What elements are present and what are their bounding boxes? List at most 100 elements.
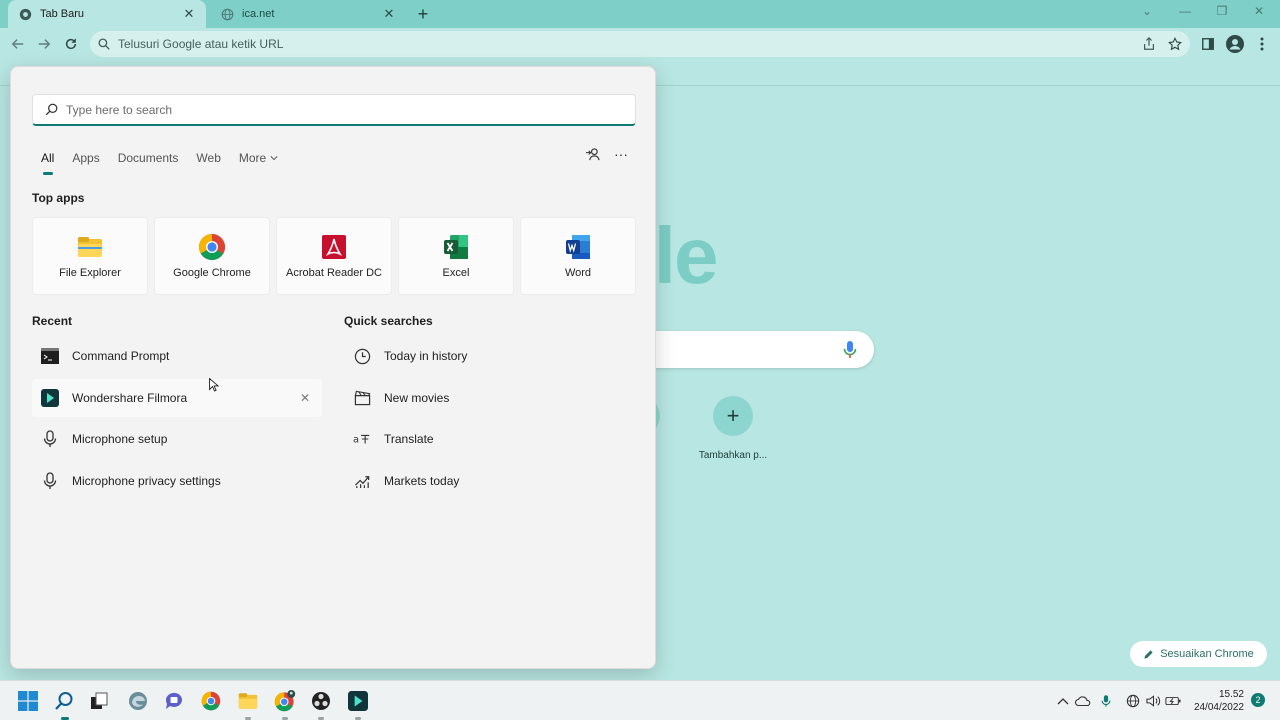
search-icon [98,38,110,50]
microphone-icon [40,471,60,491]
add-shortcut-plus-icon[interactable]: + [713,396,753,436]
start-search-box[interactable] [32,94,636,126]
chrome-favicon-icon [18,7,32,21]
remove-from-list-close-icon[interactable]: ✕ [300,391,310,405]
teams-chat-icon[interactable] [163,690,185,712]
quick-item-label: Translate [384,432,434,446]
recent-item-microphone-privacy-settings[interactable]: Microphone privacy settings [32,462,322,500]
customize-chrome-button[interactable]: Sesuaikan Chrome [1130,641,1267,667]
microphone-in-use-icon[interactable] [1098,693,1114,709]
app-label: Excel [442,267,470,279]
clapperboard-icon [352,388,372,408]
excel-icon [444,235,468,259]
chart-icon [352,471,372,491]
minimize-icon[interactable]: — [1175,4,1195,18]
recent-item-label: Command Prompt [72,349,170,363]
recent-item-microphone-setup[interactable]: Microphone setup [32,420,322,458]
account-switch-icon[interactable] [584,146,600,162]
quick-searches-title: Quick searches [344,314,433,328]
chrome-profile-taskbar-icon[interactable] [274,690,296,712]
filter-tab-web[interactable]: Web [196,147,220,169]
edge-icon[interactable] [127,690,149,712]
new-tab-plus-icon[interactable]: + [414,5,432,23]
bookmark-star-icon[interactable] [1165,34,1185,54]
filmora-icon [40,388,60,408]
add-shortcut-label: Tambahkan p... [698,450,768,461]
app-label: Google Chrome [173,267,251,279]
windows-start-icon[interactable] [17,690,39,712]
filter-tab-apps[interactable]: Apps [72,147,99,169]
clock-time: 15.52 [1218,689,1244,700]
quick-item-markets-today[interactable]: Markets today [344,462,634,500]
app-tile-word[interactable]: Word [520,217,636,295]
app-tile-google-chrome[interactable]: Google Chrome [154,217,270,295]
quick-item-label: Today in history [384,349,468,363]
profile-avatar-icon[interactable] [1225,34,1245,54]
side-panel-icon[interactable] [1198,34,1218,54]
forward-arrow-icon[interactable] [34,34,54,54]
app-tile-acrobat-reader[interactable]: Acrobat Reader DC [276,217,392,295]
chevron-down-icon [270,156,278,161]
filter-tab-more[interactable]: More [239,147,278,169]
search-filter-tabs: All Apps Documents Web More [41,147,296,175]
onedrive-cloud-icon[interactable] [1075,693,1091,709]
tab-close-icon[interactable]: ✕ [182,7,196,21]
recent-item-command-prompt[interactable]: Command Prompt [32,337,322,375]
windows-search-panel: All Apps Documents Web More ··· Top apps… [10,66,656,669]
acrobat-icon [322,235,346,259]
voice-search-microphone-icon[interactable] [841,340,859,360]
share-icon[interactable] [1139,34,1159,54]
start-search-input[interactable] [66,102,606,117]
filter-tab-all[interactable]: All [41,147,54,175]
taskbar-search-icon[interactable] [53,690,75,712]
svg-text:a: a [353,435,359,446]
filter-tab-documents[interactable]: Documents [118,147,179,169]
clock-icon [352,346,372,366]
tab-search-chevron-icon[interactable]: ⌄ [1137,4,1157,18]
kebab-menu-icon[interactable] [1252,34,1272,54]
word-icon [566,235,590,259]
show-hidden-icons-chevron-up-icon[interactable] [1055,693,1071,709]
tab-close-icon[interactable]: ✕ [382,7,396,21]
battery-charging-icon[interactable] [1165,693,1181,709]
quick-item-label: New movies [384,390,450,405]
tab-ica-net[interactable]: ica.net ✕ [210,0,406,28]
app-label: File Explorer [59,267,121,279]
quick-item-new-movies[interactable]: New movies [344,379,634,417]
recent-item-wondershare-filmora[interactable]: Wondershare Filmora ✕ [32,378,322,417]
microphone-icon [40,429,60,449]
close-window-icon[interactable]: ✕ [1249,4,1269,18]
more-options-ellipsis-icon[interactable]: ··· [613,146,629,162]
quick-item-label: Markets today [384,473,460,488]
tab-title: ica.net [242,8,275,20]
app-tile-file-explorer[interactable]: File Explorer [32,217,148,295]
customize-chrome-label: Sesuaikan Chrome [1160,648,1254,660]
omnibox[interactable]: Telusuri Google atau ketik URL [90,31,1190,57]
tab-new-tab[interactable]: Tab Baru ✕ [8,0,206,28]
taskbar-clock[interactable]: 15.52 24/04/2022 [1194,688,1244,714]
mouse-cursor-icon [209,378,219,392]
browser-toolbar: Telusuri Google atau ketik URL [0,28,1280,60]
quick-searches-list: Today in history New movies a Translate … [344,337,634,503]
filter-more-label: More [238,151,267,165]
notification-count-badge[interactable]: 2 [1251,693,1265,707]
file-explorer-taskbar-icon[interactable] [237,690,259,712]
chrome-taskbar-icon[interactable] [200,690,222,712]
pencil-icon [1144,649,1153,659]
globe-icon [220,7,234,21]
network-globe-icon[interactable] [1125,693,1141,709]
quick-item-today-in-history[interactable]: Today in history [344,337,634,375]
maximize-icon[interactable]: ❐ [1212,4,1232,18]
tab-strip: Tab Baru ✕ ica.net ✕ + ⌄ — ❐ ✕ [0,0,1280,28]
top-apps-row: File Explorer Google Chrome Acrobat Read… [32,217,636,295]
volume-speaker-icon[interactable] [1145,693,1161,709]
file-explorer-icon [78,237,102,257]
quick-item-translate[interactable]: a Translate [344,420,634,458]
filmora-taskbar-icon[interactable] [347,690,369,712]
app-tile-excel[interactable]: Excel [398,217,514,295]
omnibox-placeholder: Telusuri Google atau ketik URL [118,37,284,51]
reload-icon[interactable] [61,34,81,54]
back-arrow-icon[interactable] [8,34,28,54]
task-view-icon[interactable] [88,690,110,712]
obs-studio-icon[interactable] [310,690,332,712]
